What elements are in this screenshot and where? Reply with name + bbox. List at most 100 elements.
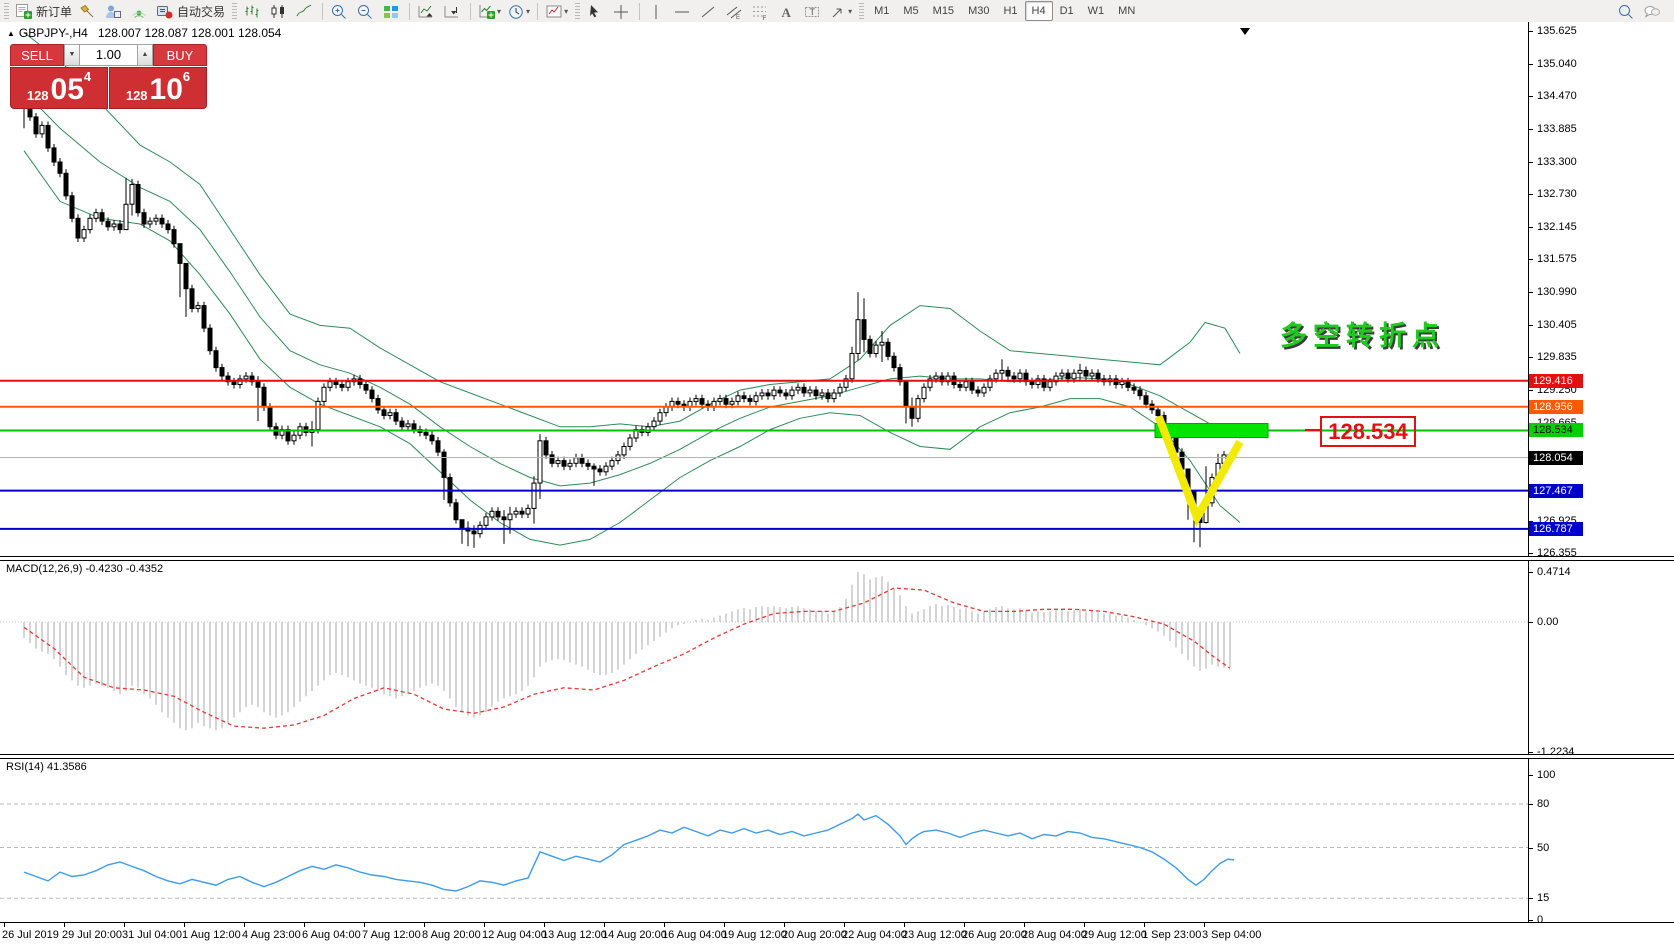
vline-button[interactable] — [644, 0, 670, 22]
time-tick-mark — [1204, 923, 1205, 927]
search-icon — [1617, 3, 1635, 20]
shapes-button[interactable]: ▾ — [826, 0, 855, 22]
collapse-panel-icon[interactable]: ▲ — [7, 29, 15, 38]
time-tick-mark — [4, 923, 5, 927]
chart-shift-marker-icon[interactable] — [1240, 28, 1250, 35]
dropdown-arrow-icon[interactable]: ▾ — [497, 7, 501, 16]
channel-button[interactable]: E — [722, 0, 748, 22]
volume-increase-button[interactable]: ▲ — [137, 44, 153, 66]
sell-price-button[interactable]: 128 05 4 — [10, 67, 108, 109]
toolbar-separator — [575, 3, 580, 19]
chart-plot-area[interactable] — [0, 22, 1528, 922]
line-chart-button[interactable] — [292, 0, 318, 22]
buy-button[interactable]: BUY — [153, 44, 207, 66]
zoom-out-icon — [356, 3, 374, 20]
timeframe-button-d1[interactable]: D1 — [1053, 1, 1081, 21]
time-axis-label: 19 Aug 12:00 — [722, 929, 787, 941]
candlesticks — [22, 88, 1232, 548]
signal-button[interactable] — [127, 0, 153, 22]
bar-chart-button[interactable] — [240, 0, 266, 22]
axis-tick-mark — [1529, 920, 1533, 921]
timeframe-button-m1[interactable]: M1 — [867, 1, 896, 21]
autotrade-button[interactable]: 自动交易 — [153, 0, 228, 22]
fibo-icon: F — [751, 3, 769, 20]
toolbar-button-label: 新订单 — [36, 3, 72, 20]
hammer-button[interactable] — [75, 0, 101, 22]
templates-button[interactable]: ▾ — [542, 0, 571, 22]
time-axis-label: 26 Jul 2019 — [2, 929, 59, 941]
new-order-button[interactable]: 新订单 — [12, 0, 75, 22]
chart-shift-button[interactable] — [440, 0, 466, 22]
auto-scroll-button[interactable] — [414, 0, 440, 22]
rsi-axis-tick: 15 — [1537, 892, 1549, 905]
timeframe-button-w1[interactable]: W1 — [1081, 1, 1112, 21]
fibo-button[interactable]: F — [748, 0, 774, 22]
timeframe-button-m15[interactable]: M15 — [926, 1, 961, 21]
volume-input[interactable]: 1.00 — [80, 44, 137, 66]
line-chart-icon — [295, 3, 313, 20]
axis-tick-mark — [1529, 325, 1533, 326]
volume-decrease-button[interactable]: ▼ — [64, 44, 80, 66]
experts-button[interactable] — [101, 0, 127, 22]
trendline-button[interactable] — [696, 0, 722, 22]
time-axis[interactable]: 26 Jul 201929 Jul 20:0031 Jul 04:001 Aug… — [0, 922, 1674, 944]
tile-windows-button[interactable] — [379, 0, 405, 22]
sell-button[interactable]: SELL — [10, 44, 64, 66]
cursor-button[interactable] — [583, 0, 609, 22]
indicators-button[interactable]: ▾ — [475, 0, 504, 22]
chat-button[interactable] — [1640, 0, 1666, 22]
trendline-icon — [699, 3, 717, 20]
timeframe-button-m30[interactable]: M30 — [961, 1, 996, 21]
axis-tick-mark — [1529, 898, 1533, 899]
rsi-panel — [0, 804, 1528, 898]
axis-tick-mark — [1529, 259, 1533, 260]
toolbar-separator — [409, 3, 410, 20]
crosshair-button[interactable] — [609, 0, 635, 22]
timeframe-button-h1[interactable]: H1 — [996, 1, 1024, 21]
axis-tick-mark — [1529, 804, 1533, 805]
chart-window[interactable]: 135.625135.040134.470133.885133.300132.7… — [0, 22, 1674, 944]
price-callout-dash — [1305, 429, 1320, 431]
hammer-icon — [78, 3, 96, 20]
support-zone-rect[interactable] — [1155, 424, 1268, 438]
dropdown-arrow-icon[interactable]: ▾ — [564, 7, 568, 16]
time-axis-label: 12 Aug 04:00 — [482, 929, 547, 941]
hline-button[interactable] — [670, 0, 696, 22]
time-tick-mark — [64, 923, 65, 927]
price-axis-tick: 134.470 — [1537, 90, 1577, 103]
periods-button[interactable]: ▾ — [504, 0, 533, 22]
dropdown-arrow-icon[interactable]: ▾ — [526, 7, 530, 16]
label-button[interactable]: T — [800, 0, 826, 22]
cursor-icon — [586, 3, 604, 20]
chart-shift-icon — [443, 3, 461, 20]
time-axis-label: 28 Aug 04:00 — [1022, 929, 1087, 941]
price-axis[interactable]: 135.625135.040134.470133.885133.300132.7… — [1529, 22, 1674, 922]
rsi-panel-separator[interactable] — [0, 754, 1674, 759]
timeframe-button-m5[interactable]: M5 — [896, 1, 925, 21]
rsi-axis-tick: 100 — [1537, 769, 1555, 782]
price-axis-tick: 130.990 — [1537, 286, 1577, 299]
time-axis-label: 8 Aug 20:00 — [422, 929, 481, 941]
zoom-in-button[interactable] — [327, 0, 353, 22]
time-axis-label: 29 Jul 20:00 — [62, 929, 122, 941]
timeframe-button-h4[interactable]: H4 — [1025, 1, 1053, 21]
macd-panel-separator[interactable] — [0, 556, 1674, 561]
toolbar-separator — [470, 3, 471, 20]
price-axis-tick: 132.145 — [1537, 221, 1577, 234]
axis-tick-mark — [1529, 572, 1533, 573]
price-callout-label: 128.534 — [1320, 416, 1416, 447]
zoom-out-button[interactable] — [353, 0, 379, 22]
time-axis-label: 3 Sep 04:00 — [1202, 929, 1261, 941]
buy-price-button[interactable]: 128 10 6 — [109, 67, 207, 109]
time-tick-mark — [184, 923, 185, 927]
search-button[interactable] — [1614, 0, 1640, 22]
candle-chart-button[interactable] — [266, 0, 292, 22]
macd-axis-tick: 0.00 — [1537, 616, 1558, 629]
ohlc-values: 128.007 128.087 128.001 128.054 — [98, 26, 282, 40]
timeframe-button-mn[interactable]: MN — [1111, 1, 1142, 21]
text-button[interactable]: A — [774, 0, 800, 22]
dropdown-arrow-icon[interactable]: ▾ — [848, 7, 852, 16]
time-tick-mark — [124, 923, 125, 927]
hline-icon — [673, 3, 691, 20]
time-tick-mark — [1084, 923, 1085, 927]
